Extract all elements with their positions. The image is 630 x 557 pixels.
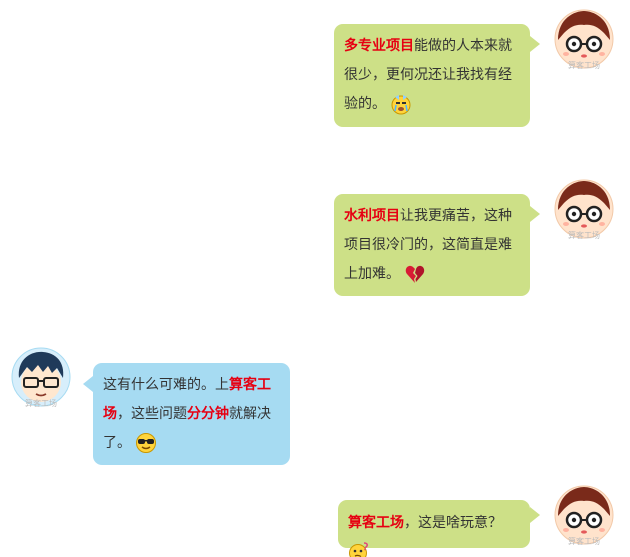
boy-avatar-icon: 算客工场 — [11, 347, 71, 408]
watermark-text: 算客工场 — [568, 536, 600, 546]
bubble-tail — [530, 36, 540, 52]
message-text: ，这些问题 — [117, 406, 187, 422]
highlight-text: 水利项目 — [344, 208, 400, 224]
message-text: 这有什么可难的。上 — [103, 377, 229, 393]
girl-avatar-icon: 算客工场 — [554, 9, 614, 70]
bubble-tail — [83, 376, 93, 392]
message-text: 验的。 — [344, 96, 386, 112]
message-text: 能做的人本来就 — [414, 38, 512, 54]
confused-emoji-icon — [349, 542, 368, 557]
watermark-text: 算客工场 — [568, 230, 600, 240]
highlight-text: 多专业项目 — [344, 38, 414, 54]
message-text: 很少，更何况还让我找有经 — [344, 67, 512, 83]
crying-emoji-icon — [391, 95, 411, 115]
highlight-text: 分分钟 — [187, 406, 229, 422]
chat-screen: 多专业项目能做的人本来就 很少，更何况还让我找有经 验的。 水利项目让我更痛苦，… — [0, 0, 630, 557]
sunglasses-emoji-icon — [136, 433, 157, 453]
message-text: 让我更痛苦，这种 — [400, 208, 512, 224]
girl-avatar-icon: 算客工场 — [554, 179, 614, 240]
message-bubble-1: 多专业项目能做的人本来就 很少，更何况还让我找有经 验的。 — [334, 24, 530, 127]
message-text: 上加难。 — [344, 266, 400, 282]
message-text: 就解决 — [229, 406, 271, 422]
message-bubble-2: 水利项目让我更痛苦，这种 项目很冷门的，这简直是难 上加难。 — [334, 194, 530, 296]
message-text: 项目很冷门的，这简直是难 — [344, 237, 512, 253]
message-text: ，这是啥玩意？ — [404, 515, 502, 531]
bubble-tail — [530, 507, 540, 523]
message-bubble-4: 算客工场，这是啥玩意？ — [338, 500, 530, 557]
watermark-text: 算客工场 — [25, 398, 57, 408]
highlight-text: 算客工场 — [348, 515, 404, 531]
bubble-tail — [530, 206, 540, 222]
broken-heart-icon — [406, 265, 425, 283]
message-text: 了。 — [103, 435, 131, 451]
message-bubble-3: 这有什么可难的。上算客工 场，这些问题分分钟就解决 了。 — [93, 363, 290, 465]
watermark-text: 算客工场 — [568, 60, 600, 70]
highlight-text: 场 — [103, 406, 117, 422]
girl-avatar-icon: 算客工场 — [554, 485, 614, 546]
highlight-text: 算客工 — [229, 377, 271, 393]
